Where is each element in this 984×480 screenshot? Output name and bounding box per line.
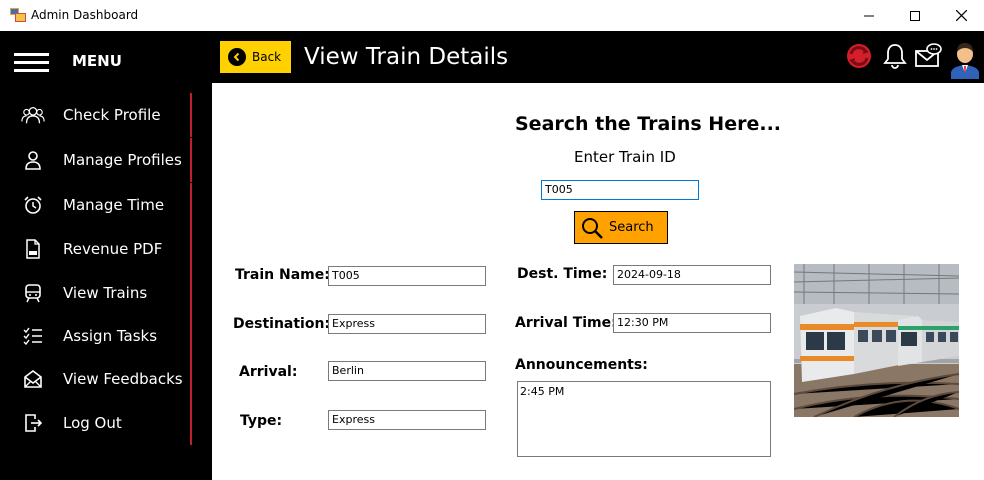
dest-time-field[interactable]: 2024-09-18 xyxy=(613,265,771,285)
sidebar-item-label: Log Out xyxy=(63,414,122,432)
train-icon xyxy=(21,281,45,305)
dest-time-label: Dest. Time: xyxy=(517,266,608,282)
sidebar-divider xyxy=(190,93,192,137)
main-content: Search the Trains Here... Enter Train ID… xyxy=(212,83,984,480)
destination-field[interactable]: Express xyxy=(328,314,486,334)
back-button-label: Back xyxy=(252,50,282,64)
bell-icon[interactable] xyxy=(880,41,910,71)
refresh-icon[interactable] xyxy=(844,41,874,71)
avatar[interactable] xyxy=(948,39,982,79)
sidebar-item-view-trains[interactable]: View Trains xyxy=(0,271,192,315)
sidebar-item-label: View Feedbacks xyxy=(63,370,183,388)
announcements-label: Announcements: xyxy=(515,357,648,373)
page-title: View Train Details xyxy=(304,44,509,70)
task-list-icon xyxy=(21,324,45,348)
window-title: Admin Dashboard xyxy=(31,8,139,22)
minimize-button[interactable] xyxy=(846,0,892,31)
arrow-left-icon xyxy=(228,48,246,66)
type-label: Type: xyxy=(240,413,283,429)
user-icon xyxy=(21,148,45,172)
announcements-textarea[interactable]: 2:45 PM xyxy=(517,381,771,457)
sidebar-item-label: Check Profile xyxy=(63,106,161,124)
sidebar-divider xyxy=(190,227,192,271)
sidebar-item-label: Revenue PDF xyxy=(63,240,163,258)
feedback-envelope-icon xyxy=(21,367,45,391)
train-photo xyxy=(794,264,959,417)
pdf-file-icon xyxy=(21,237,45,261)
sidebar-divider xyxy=(190,314,192,358)
search-button-label: Search xyxy=(609,220,654,235)
sidebar-item-manage-time[interactable]: Manage Time xyxy=(0,183,192,227)
messages-icon[interactable] xyxy=(913,41,943,71)
sidebar-item-view-feedbacks[interactable]: View Feedbacks xyxy=(0,357,192,401)
maximize-button[interactable] xyxy=(892,0,938,31)
train-id-prompt: Enter Train ID xyxy=(574,148,676,166)
sidebar-item-log-out[interactable]: Log Out xyxy=(0,401,192,445)
train-name-label: Train Name: xyxy=(235,267,330,283)
app-icon xyxy=(10,8,26,22)
arrival-time-label: Arrival Time: xyxy=(515,315,617,331)
sidebar-item-label: Manage Profiles xyxy=(63,151,182,169)
sidebar-item-revenue-pdf[interactable]: Revenue PDF xyxy=(0,227,192,271)
sidebar-item-assign-tasks[interactable]: Assign Tasks xyxy=(0,314,192,358)
sidebar-item-check-profile[interactable]: Check Profile xyxy=(0,93,192,137)
close-icon xyxy=(955,10,967,21)
sidebar-divider xyxy=(190,183,192,227)
sidebar-divider xyxy=(190,401,192,445)
hamburger-menu-icon[interactable] xyxy=(14,53,49,73)
destination-label: Destination: xyxy=(233,316,331,332)
train-id-input[interactable]: T005 xyxy=(541,180,699,200)
sidebar-item-label: Assign Tasks xyxy=(63,327,158,345)
search-icon xyxy=(582,217,603,239)
search-heading: Search the Trains Here... xyxy=(515,113,781,135)
close-button[interactable] xyxy=(938,0,984,31)
maximize-icon xyxy=(910,10,920,21)
users-icon xyxy=(21,103,45,127)
back-button[interactable]: Back xyxy=(220,41,291,73)
train-name-field[interactable]: T005 xyxy=(328,266,486,286)
logout-icon xyxy=(21,411,45,435)
type-field[interactable]: Express xyxy=(328,410,486,430)
sidebar-divider xyxy=(190,357,192,401)
sidebar-divider xyxy=(190,271,192,315)
arrival-time-field[interactable]: 12:30 PM xyxy=(613,313,771,333)
sidebar: Check Profile Manage Profiles Manage Tim… xyxy=(0,83,212,480)
sidebar-divider xyxy=(190,138,192,182)
minimize-icon xyxy=(864,15,874,16)
alarm-clock-icon xyxy=(21,193,45,217)
search-button[interactable]: Search xyxy=(574,211,668,244)
sidebar-item-label: View Trains xyxy=(63,284,148,302)
sidebar-item-manage-profiles[interactable]: Manage Profiles xyxy=(0,138,192,182)
window-title-bar: Admin Dashboard xyxy=(0,0,984,31)
menu-title: MENU xyxy=(72,52,122,70)
arrival-field[interactable]: Berlin xyxy=(328,361,486,381)
arrival-label: Arrival: xyxy=(239,364,298,380)
sidebar-item-label: Manage Time xyxy=(63,196,165,214)
header-bar: MENU Back View Train Details xyxy=(0,31,984,83)
